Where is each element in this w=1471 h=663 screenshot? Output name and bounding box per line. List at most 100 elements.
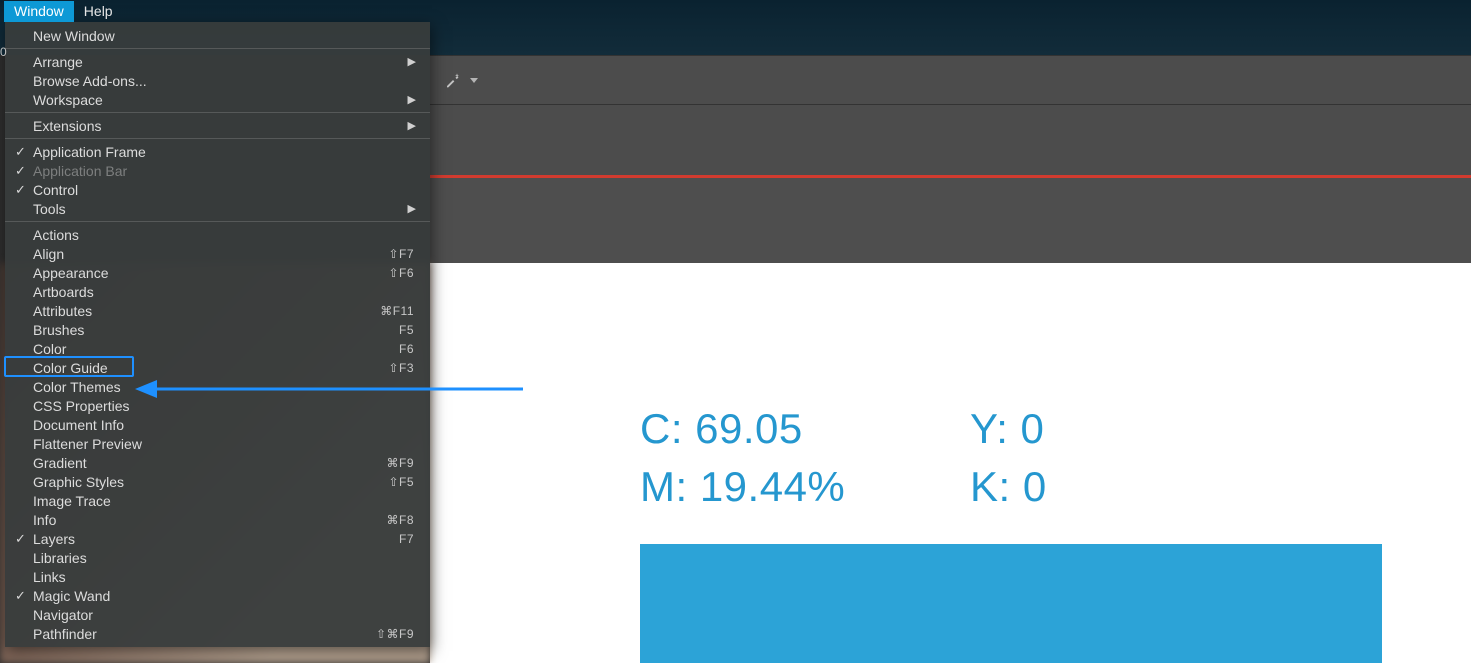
menu-item-label: Application Frame — [33, 144, 414, 160]
menu-item-shortcut: F7 — [399, 532, 414, 546]
submenu-arrow-icon: ▶ — [408, 202, 416, 215]
menu-item-label: Links — [33, 569, 414, 585]
menu-item-control[interactable]: ✓ Control — [5, 180, 430, 199]
menu-item-label: CSS Properties — [33, 398, 414, 414]
menu-item-label: Attributes — [33, 303, 380, 319]
menu-item-label: Libraries — [33, 550, 414, 566]
menu-item-arrange[interactable]: Arrange▶ — [5, 52, 430, 71]
menu-item-image-trace[interactable]: Image Trace — [5, 491, 430, 510]
menu-item-label: Gradient — [33, 455, 386, 471]
menubar-window[interactable]: Window — [4, 1, 74, 22]
menu-item-label: Arrange — [33, 54, 414, 70]
cmyk-c: C: 69.05 — [640, 405, 970, 463]
menu-item-label: Layers — [33, 531, 399, 547]
cmyk-y: Y: 0 — [970, 405, 1220, 463]
menu-item-color[interactable]: ColorF6 — [5, 339, 430, 358]
menu-item-label: Appearance — [33, 265, 388, 281]
menu-item-label: Browse Add-ons... — [33, 73, 414, 89]
menu-item-libraries[interactable]: Libraries — [5, 548, 430, 567]
menu-item-navigator[interactable]: Navigator — [5, 605, 430, 624]
menu-item-label: Flattener Preview — [33, 436, 414, 452]
menu-item-appearance[interactable]: Appearance⇧F6 — [5, 263, 430, 282]
menu-item-label: New Window — [33, 28, 414, 44]
menu-item-extensions[interactable]: Extensions▶ — [5, 116, 430, 135]
menu-item-label: Color Themes — [33, 379, 414, 395]
menu-item-shortcut: ⌘F11 — [380, 304, 414, 318]
menu-item-color-guide[interactable]: Color Guide⇧F3 — [5, 358, 430, 377]
submenu-arrow-icon: ▶ — [408, 55, 416, 68]
menu-item-shortcut: ⇧F6 — [388, 266, 414, 280]
menu-separator — [5, 48, 430, 49]
menu-separator — [5, 221, 430, 222]
menubar-help[interactable]: Help — [74, 1, 123, 22]
checkmark-icon: ✓ — [15, 144, 26, 160]
menu-item-label: Pathfinder — [33, 626, 376, 642]
menu-item-workspace[interactable]: Workspace▶ — [5, 90, 430, 109]
menu-item-tools[interactable]: Tools▶ — [5, 199, 430, 218]
menu-item-magic-wand[interactable]: ✓ Magic Wand — [5, 586, 430, 605]
menu-item-shortcut: F5 — [399, 323, 414, 337]
menu-item-label: Document Info — [33, 417, 414, 433]
cmyk-m: M: 19.44% — [640, 463, 970, 521]
document-tab-area — [430, 105, 1471, 175]
menu-item-actions[interactable]: Actions — [5, 225, 430, 244]
color-swatch-sample — [640, 544, 1382, 663]
menu-separator — [5, 112, 430, 113]
cmyk-readout: C: 69.05 Y: 0 M: 19.44% K: 0 — [640, 405, 1220, 521]
menu-item-new-window[interactable]: New Window — [5, 26, 430, 45]
menu-item-application-frame[interactable]: ✓ Application Frame — [5, 142, 430, 161]
menu-item-info[interactable]: Info⌘F8 — [5, 510, 430, 529]
menu-item-artboards[interactable]: Artboards — [5, 282, 430, 301]
window-menu-dropdown: New WindowArrange▶Browse Add-ons...Works… — [5, 22, 430, 647]
menu-item-shortcut: F6 — [399, 342, 414, 356]
cmyk-k: K: 0 — [970, 463, 1220, 521]
menu-item-align[interactable]: Align⇧F7 — [5, 244, 430, 263]
checkmark-icon: ✓ — [15, 163, 26, 179]
menu-item-gradient[interactable]: Gradient⌘F9 — [5, 453, 430, 472]
ruler-marker: 0 — [0, 45, 7, 59]
menu-item-color-themes[interactable]: Color Themes — [5, 377, 430, 396]
menu-item-links[interactable]: Links — [5, 567, 430, 586]
menu-item-layers[interactable]: ✓ LayersF7 — [5, 529, 430, 548]
menu-item-attributes[interactable]: Attributes⌘F11 — [5, 301, 430, 320]
menu-item-label: Control — [33, 182, 414, 198]
menu-item-label: Align — [33, 246, 388, 262]
menu-item-label: Extensions — [33, 118, 414, 134]
menu-item-label: Color — [33, 341, 399, 357]
menu-item-browse-add-ons[interactable]: Browse Add-ons... — [5, 71, 430, 90]
menu-item-flattener-preview[interactable]: Flattener Preview — [5, 434, 430, 453]
menu-item-label: Navigator — [33, 607, 414, 623]
menu-item-label: Brushes — [33, 322, 399, 338]
checkmark-icon: ✓ — [15, 182, 26, 198]
menu-item-label: Graphic Styles — [33, 474, 388, 490]
checkmark-icon: ✓ — [15, 531, 26, 547]
checkmark-icon: ✓ — [15, 588, 26, 604]
menu-item-shortcut: ⇧⌘F9 — [376, 627, 414, 641]
menu-item-label: Image Trace — [33, 493, 414, 509]
submenu-arrow-icon: ▶ — [408, 93, 416, 106]
menu-item-shortcut: ⇧F7 — [388, 247, 414, 261]
control-bar — [430, 55, 1471, 105]
menu-item-brushes[interactable]: BrushesF5 — [5, 320, 430, 339]
menu-item-shortcut: ⌘F8 — [386, 513, 414, 527]
menu-item-label: Workspace — [33, 92, 414, 108]
menu-separator — [5, 138, 430, 139]
menu-item-application-bar: ✓ Application Bar — [5, 161, 430, 180]
dropdown-caret-icon[interactable] — [470, 78, 478, 83]
menu-item-document-info[interactable]: Document Info — [5, 415, 430, 434]
menu-item-css-properties[interactable]: CSS Properties — [5, 396, 430, 415]
menu-item-label: Application Bar — [33, 163, 414, 179]
menu-item-label: Tools — [33, 201, 414, 217]
menu-item-label: Artboards — [33, 284, 414, 300]
menu-item-shortcut: ⇧F5 — [388, 475, 414, 489]
menu-item-label: Color Guide — [33, 360, 388, 376]
menu-item-label: Info — [33, 512, 386, 528]
menu-item-label: Magic Wand — [33, 588, 414, 604]
menu-item-shortcut: ⌘F9 — [386, 456, 414, 470]
menu-item-graphic-styles[interactable]: Graphic Styles⇧F5 — [5, 472, 430, 491]
magic-wand-icon[interactable] — [444, 71, 462, 89]
artboard-dark-band — [430, 178, 1471, 263]
menubar: Window Help — [0, 0, 123, 22]
menu-item-pathfinder[interactable]: Pathfinder⇧⌘F9 — [5, 624, 430, 643]
submenu-arrow-icon: ▶ — [408, 119, 416, 132]
